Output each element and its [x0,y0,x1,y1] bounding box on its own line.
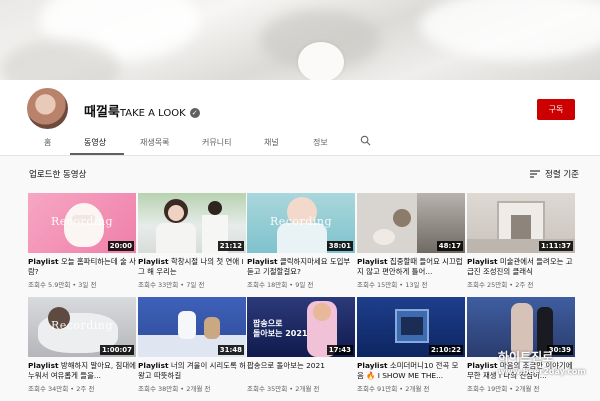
video-meta: 조회수 35만회 • 2개월 전 [247,385,320,393]
watermark-logo: 하이트진로 [498,350,554,364]
header-divider [0,155,600,156]
video-title[interactable]: Playlist 집중할때 들어요 시끄럽지 않고 편안하게 틀어... [357,257,465,277]
video-thumbnail[interactable]: 31:48 [138,297,246,357]
video-thumbnail[interactable]: 팝송으로 돌아보는 2021 17:43 [247,297,355,357]
thumbnail-overlay-text: Recording [50,215,114,228]
video-title[interactable]: Playlist 소미더머니10 전곡 모음 🔥 I SHOW ME THE..… [357,361,465,381]
video-meta: 조회수 34만회 • 2주 전 [28,385,95,393]
video-thumbnail[interactable]: 1:11:37 [467,193,575,253]
video-title[interactable]: Playlist 학창시절 나의 첫 연애 I 그 해 우리는 [138,257,246,277]
video-card[interactable]: 31:48 Playlist 너의 겨울이 시리도록 허왕고 따뜻하길 조회수 … [138,297,246,393]
video-meta: 조회수 15만회 • 13일 전 [357,281,428,289]
video-card[interactable]: 팝송으로 돌아보는 2021 17:43 팝송으로 돌아보는 2021 조회수 … [247,297,355,393]
sort-label: 정렬 기준 [545,170,579,180]
video-meta: 조회수 18만회 • 9일 전 [247,281,314,289]
duration-badge: 21:12 [217,241,244,251]
video-thumbnail[interactable]: 2:10:22 [357,297,465,357]
video-card[interactable]: 30:39 Playlist 마음의 조금만 이야기에 무한 재생 I 나의 진… [467,297,575,393]
video-card[interactable]: Recording 38:01 Playlist 클릭하지마세요 도입부 듣고 … [247,193,355,289]
video-title[interactable]: 팝송으로 돌아보는 2021 [247,361,355,381]
channel-name-en: TAKE A LOOK [119,108,186,119]
channel-page: 때껄룩TAKE A LOOK ✓ 구독 홈 동영상 재생목록 커뮤니티 채널 정보… [0,0,600,401]
video-title[interactable]: Playlist 방해하지 말아요, 침대에 누워서 여유롭게 들을... [28,361,136,381]
subscribe-button[interactable]: 구독 [537,99,575,120]
section-title: 업로드한 동영상 [29,170,87,180]
video-title[interactable]: Playlist 미술관에서 들려오는 고급진 조성진의 클래식 [467,257,575,277]
duration-badge: 38:01 [326,241,353,251]
channel-banner [0,0,600,80]
thumbnail-overlay-text: Recording [50,319,114,332]
video-card[interactable]: Recording 20:00 Playlist 오늘 홈파티하는데 술 사람?… [28,193,136,289]
verified-icon: ✓ [189,108,200,118]
video-thumbnail[interactable]: 48:17 [357,193,465,253]
channel-name: 때껄룩TAKE A LOOK ✓ [84,101,200,120]
duration-badge: 20:00 [107,241,134,251]
tab-home[interactable]: 홈 [44,137,51,148]
duration-badge: 31:48 [217,345,244,355]
channel-tabs: 홈 동영상 재생목록 커뮤니티 채널 정보 [0,133,600,155]
video-title[interactable]: Playlist 너의 겨울이 시리도록 허왕고 따뜻하길 [138,361,246,381]
video-meta: 조회수 25만회 • 2주 전 [467,281,534,289]
tab-videos[interactable]: 동영상 [84,137,106,148]
video-meta: 조회수 19만회 • 2개월 전 [467,385,540,393]
duration-badge: 1:11:37 [539,241,573,251]
search-icon[interactable] [360,135,371,146]
video-meta: 조회수 33만회 • 7일 전 [138,281,205,289]
video-title[interactable]: Playlist 클릭하지마세요 도입부 듣고 기절할걸요? [247,257,355,277]
tab-channels[interactable]: 채널 [264,137,279,148]
duration-badge: 1:00:07 [100,345,134,355]
sort-icon [530,170,540,178]
video-meta: 조회수 5.9만회 • 3일 전 [28,281,97,289]
sort-button[interactable]: 정렬 기준 [530,168,579,180]
tab-community[interactable]: 커뮤니티 [202,137,231,148]
video-card[interactable]: Recording 1:00:07 Playlist 방해하지 말아요, 침대에… [28,297,136,393]
channel-header: 때껄룩TAKE A LOOK ✓ 구독 홈 동영상 재생목록 커뮤니티 채널 정보 [0,80,600,155]
video-meta: 조회수 38만회 • 2개월 전 [138,385,211,393]
video-card[interactable]: 2:10:22 Playlist 소미더머니10 전곡 모음 🔥 I SHOW … [357,297,465,393]
video-meta: 조회수 91만회 • 2개월 전 [357,385,430,393]
video-thumbnail[interactable]: Recording 38:01 [247,193,355,253]
video-card[interactable]: 21:12 Playlist 학창시절 나의 첫 연애 I 그 해 우리는 조회… [138,193,246,289]
channel-avatar[interactable] [27,88,68,129]
duration-badge: 2:10:22 [429,345,463,355]
tab-playlists[interactable]: 재생목록 [140,137,169,148]
duration-badge: 48:17 [436,241,463,251]
video-thumbnail[interactable]: Recording 20:00 [28,193,136,253]
thumbnail-overlay-text: 팝송으로 돌아보는 2021 [253,319,308,338]
video-title[interactable]: Playlist 오늘 홈파티하는데 술 사람? [28,257,136,277]
video-thumbnail[interactable]: 21:12 [138,193,246,253]
site-watermark: 하이트진로 www.beer2day.com [498,348,598,376]
thumbnail-overlay-text: Recording [269,215,333,228]
channel-name-ko: 때껄룩 [84,105,120,120]
video-thumbnail[interactable]: Recording 1:00:07 [28,297,136,357]
tab-about[interactable]: 정보 [313,137,328,148]
video-card[interactable]: 1:11:37 Playlist 미술관에서 들려오는 고급진 조성진의 클래식… [467,193,575,289]
duration-badge: 17:43 [326,345,353,355]
video-card[interactable]: 48:17 Playlist 집중할때 들어요 시끄럽지 않고 편안하게 틀어.… [357,193,465,289]
watermark-url: www.beer2day.com [498,367,586,376]
